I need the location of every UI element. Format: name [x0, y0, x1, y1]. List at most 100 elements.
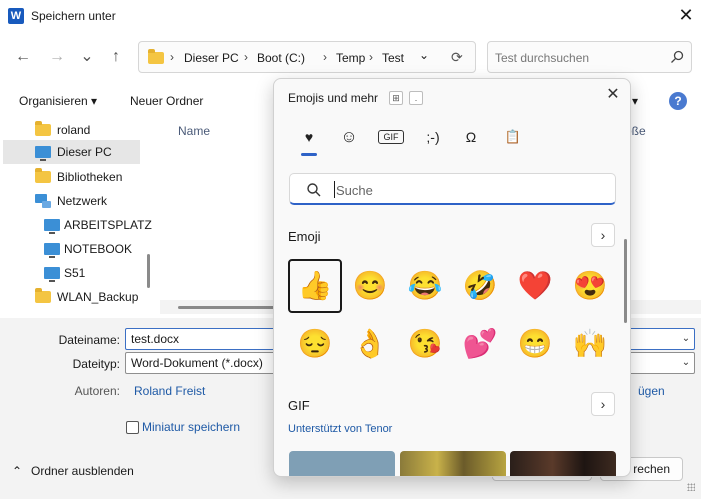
filename-label: Dateiname: [58, 333, 120, 347]
thumbnail-checkbox[interactable] [126, 421, 139, 434]
search-icon [671, 50, 684, 63]
tab-gif[interactable]: GIF [378, 130, 404, 144]
close-emoji-panel-button[interactable]: ✕ [604, 85, 622, 105]
emoji-panel-scrollbar[interactable] [624, 239, 627, 323]
sidebar-item-network[interactable]: Netzwerk [0, 189, 142, 213]
emoji-tears-of-joy[interactable]: 😂 [398, 259, 452, 313]
emoji-thumbs-up[interactable]: 👍 [288, 259, 342, 313]
sidebar-item-arbeitsplatz[interactable]: ARBEITSPLATZ [0, 213, 152, 237]
emoji-blowing-kiss[interactable]: 😘 [398, 317, 452, 371]
emoji-ok-hand[interactable]: 👌 [343, 317, 397, 371]
sidebar-item-label: NOTEBOOK [64, 242, 133, 256]
emoji-smiling-face[interactable]: 😊 [343, 259, 397, 313]
gif-thumbnail[interactable] [510, 451, 616, 476]
sidebar-item-label: S51 [64, 266, 86, 280]
filetype-label: Dateityp: [72, 357, 120, 371]
emoji-panel: Emojis und mehr ⊞ . ✕ ♥ ☺ GIF ;-) Ω 📋 Su… [273, 78, 631, 477]
forward-button[interactable]: → [46, 46, 68, 68]
hide-folders-icon[interactable]: ⌃ [12, 464, 22, 478]
sidebar-item-label: ARBEITSPLATZ [64, 218, 152, 232]
folder-icon [148, 49, 164, 64]
view-dropdown-icon[interactable]: ▾ [632, 94, 638, 108]
emoji-pensive[interactable]: 😔 [288, 317, 342, 371]
period-key-icon: . [409, 91, 423, 105]
help-icon[interactable]: ? [669, 92, 687, 110]
scrollbar-thumb[interactable] [178, 306, 276, 309]
search-icon [307, 183, 321, 197]
breadcrumb-separator: › [369, 50, 373, 64]
emoji-raising-hands[interactable]: 🙌 [563, 317, 617, 371]
address-dropdown-icon[interactable]: ⌄ [419, 48, 429, 62]
gif-thumbnail[interactable] [289, 451, 395, 476]
search-placeholder: Test durchsuchen [495, 51, 590, 65]
sidebar-item-label: Netzwerk [57, 194, 108, 208]
close-window-button[interactable]: ✕ [676, 4, 696, 26]
emoji-heart-eyes[interactable]: 😍 [563, 259, 617, 313]
tab-clipboard[interactable]: 📋 [502, 127, 524, 147]
folder-icon [35, 288, 51, 303]
computer-icon [35, 146, 51, 161]
recent-locations-button[interactable]: ⌄ [76, 46, 98, 68]
breadcrumb-separator: › [244, 50, 248, 64]
network-icon [35, 194, 51, 208]
thumbnail-label[interactable]: Miniatur speichern [142, 420, 240, 434]
sidebar-item-label: Dieser PC [57, 145, 112, 159]
add-tag-link[interactable]: ügen [638, 384, 665, 398]
gif-thumbnail[interactable] [400, 451, 506, 476]
hide-folders-button[interactable]: Ordner ausblenden [31, 464, 134, 478]
emoji-grinning[interactable]: 😁 [508, 317, 562, 371]
emoji-two-hearts[interactable]: 💕 [453, 317, 507, 371]
title-bar: W Speichern unter ✕ [0, 0, 701, 32]
search-input[interactable]: Test durchsuchen [487, 41, 692, 73]
emoji-search-input[interactable]: Suche [289, 173, 616, 205]
address-bar[interactable]: › Dieser PC › Boot (C:) › Temp › Test ⌄ … [138, 41, 476, 73]
emoji-red-heart[interactable]: ❤️ [508, 259, 562, 313]
breadcrumb-temp[interactable]: Temp [336, 51, 365, 65]
breadcrumb-this-pc[interactable]: Dieser PC [184, 51, 239, 65]
sidebar-item-notebook[interactable]: NOTEBOOK [0, 237, 142, 261]
sidebar-item-wlan-backup[interactable]: WLAN_Backup [0, 285, 142, 309]
emoji-more-button[interactable]: › [591, 223, 615, 247]
authors-value[interactable]: Roland Freist [134, 384, 205, 398]
organize-dropdown-icon[interactable]: ▾ [91, 94, 97, 108]
folder-icon [35, 168, 51, 183]
sidebar-item-label: roland [57, 123, 91, 137]
tab-symbols[interactable]: Ω [460, 127, 482, 147]
computer-icon [44, 267, 60, 282]
computer-icon [44, 219, 60, 234]
navigation-pane: roland Dieser PC Bibliotheken Netzwerk A… [0, 118, 152, 316]
sidebar-scrollbar[interactable] [147, 254, 150, 288]
organize-button[interactable]: Organisieren [19, 94, 88, 108]
word-app-icon: W [8, 8, 24, 24]
resize-grip[interactable] [687, 483, 695, 491]
windows-key-icon: ⊞ [389, 91, 403, 105]
sidebar-item-libraries[interactable]: Bibliotheken [0, 165, 142, 189]
refresh-icon[interactable]: ⟳ [451, 49, 463, 66]
emoji-rolling-laughing[interactable]: 🤣 [453, 259, 507, 313]
sidebar-item-label: WLAN_Backup [57, 290, 139, 304]
filetype-dropdown-icon[interactable]: ⌄ [677, 352, 695, 374]
filename-dropdown-icon[interactable]: ⌄ [677, 328, 695, 350]
sidebar-item-this-pc[interactable]: Dieser PC [3, 140, 140, 164]
up-button[interactable]: ↑ [105, 46, 127, 68]
new-folder-button[interactable]: Neuer Ordner [130, 94, 203, 108]
tab-favorites[interactable]: ♥ [298, 127, 320, 147]
emoji-panel-title: Emojis und mehr [288, 91, 379, 105]
tab-kaomoji[interactable]: ;-) [420, 127, 446, 147]
breadcrumb-separator: › [323, 50, 327, 64]
folder-icon [35, 121, 51, 136]
breadcrumb-test[interactable]: Test [382, 51, 404, 65]
column-header-name[interactable]: Name [178, 124, 210, 138]
text-caret [334, 181, 335, 198]
sidebar-item-s51[interactable]: S51 [0, 261, 142, 285]
emoji-section-title: Emoji [288, 229, 321, 244]
breadcrumb-separator: › [170, 50, 174, 64]
breadcrumb-boot-drive[interactable]: Boot (C:) [257, 51, 305, 65]
window-title: Speichern unter [31, 9, 116, 23]
tenor-attribution-link[interactable]: Unterstützt von Tenor [288, 423, 392, 435]
back-button[interactable]: ← [12, 46, 34, 68]
sidebar-item-roland[interactable]: roland [0, 118, 142, 142]
authors-label: Autoren: [74, 384, 120, 398]
tab-emoji[interactable]: ☺ [338, 127, 360, 147]
gif-more-button[interactable]: › [591, 392, 615, 416]
